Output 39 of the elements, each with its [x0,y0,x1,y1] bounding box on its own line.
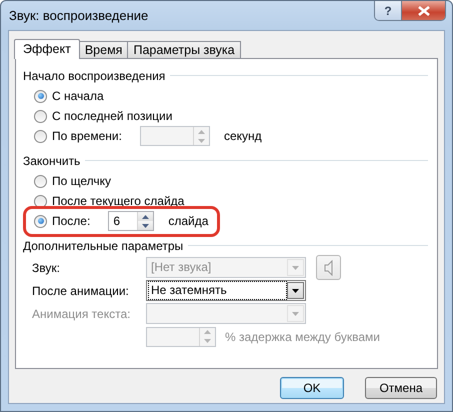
radio-label: С последней позиции [52,109,172,123]
close-icon [418,6,430,16]
radio-label: По времени: [52,129,122,143]
dropdown-field[interactable]: Не затемнять [146,280,306,301]
window-title: Звук: воспроизведение [9,8,148,23]
radio-label: По щелчку [52,174,112,188]
radio-button[interactable] [34,90,47,102]
spin-field[interactable]: 6 [108,211,154,231]
radio-button[interactable] [34,110,47,122]
help-button[interactable]: ? [375,1,402,20]
radio-button[interactable] [34,194,47,208]
dropdown-button[interactable] [287,282,304,299]
unit-label: слайда [168,214,208,228]
unit-label: % задержка между буквами [225,330,380,344]
close-button[interactable] [402,1,445,20]
radio-label: После: [52,214,90,228]
speaker-icon [324,260,334,276]
tab[interactable]: Время [78,41,128,58]
spin-up-button[interactable] [138,212,154,221]
tab[interactable]: Параметры звука [127,41,241,58]
caret-icon [292,288,299,292]
radio-button[interactable] [34,174,47,188]
radio-button[interactable] [34,214,47,228]
field-label: После анимации: [32,284,130,298]
tab[interactable]: Эффект [14,39,80,59]
radio-button[interactable] [34,130,47,142]
radio-label: С начала [52,89,104,103]
field-label: Анимация текста: [32,306,132,320]
group-title: Начало воспроизведения [23,68,166,82]
radio-label: После текущего слайда [52,194,184,208]
unit-label: секунд [224,129,262,143]
group-title: Дополнительные параметры [23,238,184,252]
ok-button[interactable]: OK [280,377,344,399]
cancel-button[interactable]: Отмена [365,377,437,399]
spin-down-button[interactable] [138,221,154,230]
caret-icon [292,266,299,270]
caret-icon [292,312,299,316]
field-label: Звук: [32,260,61,274]
group-title: Закончить [23,154,80,168]
